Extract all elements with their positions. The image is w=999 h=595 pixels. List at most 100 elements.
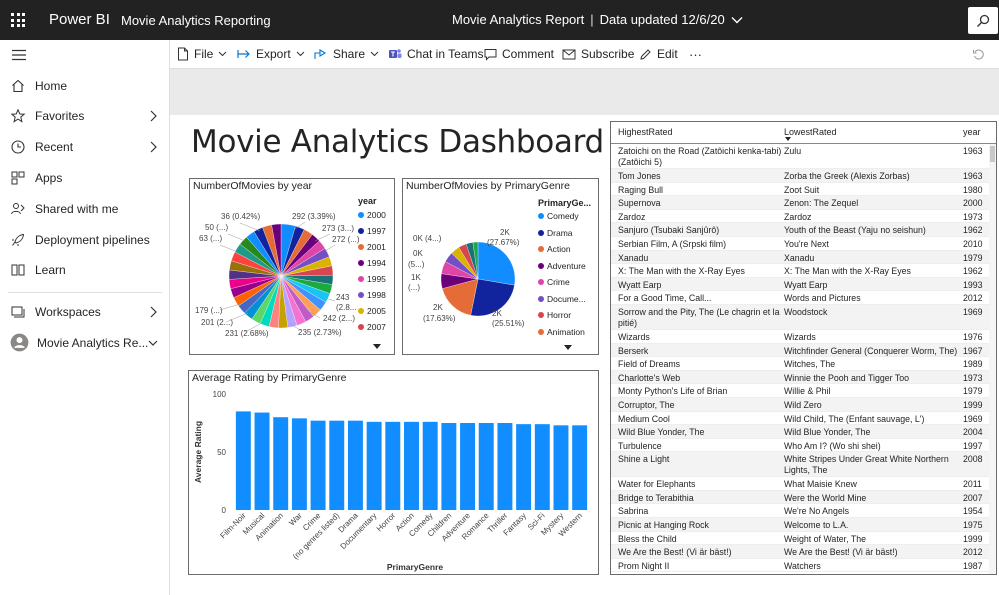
app-launcher-button[interactable] xyxy=(0,0,36,40)
hamburger-menu-icon[interactable] xyxy=(11,48,27,62)
table-scrollbar[interactable] xyxy=(989,144,996,574)
bar[interactable] xyxy=(572,425,588,510)
legend-item[interactable]: 1997 xyxy=(358,226,386,236)
legend-item[interactable]: 2001 xyxy=(358,242,386,252)
column-header-highestrated[interactable]: HighestRated xyxy=(618,127,673,137)
legend-item[interactable]: 2000 xyxy=(358,210,386,220)
nav-item-recent[interactable]: Recent xyxy=(0,133,170,161)
legend-item[interactable]: 1995 xyxy=(358,274,386,284)
chat-in-teams-button[interactable]: Chat in Teams xyxy=(388,45,483,63)
table-row[interactable]: Monty Python's Life of Brian Willie & Phi… xyxy=(611,384,989,398)
table-row[interactable]: Serbian Film, A (Srpski film) You're Next… xyxy=(611,237,989,251)
legend-item[interactable]: Comedy xyxy=(538,211,579,221)
bar[interactable] xyxy=(310,420,326,510)
table-row[interactable]: Shine a Light White Stripes Under Great W… xyxy=(611,452,989,478)
table-row[interactable]: Water for Elephants What Maisie Knew 2011 xyxy=(611,477,989,491)
file-menu-button[interactable]: File xyxy=(177,45,232,63)
bar[interactable] xyxy=(329,420,345,510)
report-title-dropdown[interactable]: Movie Analytics Report | Data updated 12… xyxy=(452,12,743,27)
bar[interactable] xyxy=(273,417,289,510)
legend-item[interactable]: 1998 xyxy=(358,290,386,300)
table-row[interactable]: Zardoz Zardoz 1973 xyxy=(611,210,989,224)
bar[interactable] xyxy=(385,421,401,510)
legend-scroll-down-icon[interactable] xyxy=(564,345,572,350)
bar[interactable] xyxy=(291,418,307,510)
edit-button[interactable]: Edit xyxy=(639,45,678,63)
column-header-lowestrated[interactable]: LowestRated xyxy=(784,127,837,137)
bar[interactable] xyxy=(347,420,363,510)
bar[interactable] xyxy=(404,421,419,510)
bar[interactable] xyxy=(534,424,550,510)
more-options-button[interactable]: ··· xyxy=(689,45,702,63)
table-row[interactable]: Sorrow and the Pity, The (Le chagrin et … xyxy=(611,304,989,330)
nav-item-current-workspace[interactable]: Movie Analytics Re... xyxy=(0,329,170,357)
legend-item[interactable]: Crime xyxy=(538,277,570,287)
nav-item-shared-with-me[interactable]: Shared with me xyxy=(0,195,170,223)
nav-item-workspaces[interactable]: Workspaces xyxy=(0,298,170,326)
table-row[interactable]: Xanadu Xanadu 1979 xyxy=(611,250,989,265)
table-row[interactable]: For a Good Time, Call... Words and Pictur… xyxy=(611,291,989,305)
nav-item-learn[interactable]: Learn xyxy=(0,256,170,284)
bar[interactable] xyxy=(366,421,382,510)
bar[interactable] xyxy=(478,423,494,510)
table-row[interactable]: Sabrina We're No Angels 1954 xyxy=(611,504,989,519)
table-row[interactable]: Charlotte's Web Winnie the Pooh and Tigge… xyxy=(611,370,989,385)
bar[interactable] xyxy=(460,423,476,510)
table-row[interactable]: Field of Dreams Witches, The 1989 xyxy=(611,357,989,371)
comment-button[interactable]: Comment xyxy=(484,45,554,63)
legend-item[interactable]: Horror xyxy=(538,310,571,320)
bar[interactable] xyxy=(441,423,457,510)
table-row[interactable]: Zatoichi on the Road (Zatôichi kenka-tab… xyxy=(611,144,989,169)
legend-item[interactable]: 1994 xyxy=(358,258,386,268)
table-row[interactable]: We Are the Best! (Vi är bäst!) We Are the… xyxy=(611,545,989,559)
nav-item-deployment-pipelines[interactable]: Deployment pipelines xyxy=(0,226,170,254)
pie-chart-movies-by-genre[interactable]: NumberOfMovies by PrimaryGenre 0K (4...)… xyxy=(402,178,599,355)
app-name[interactable]: Power BI xyxy=(49,11,110,28)
table-row[interactable]: X: The Man with the X-Ray Eyes X: The Man… xyxy=(611,264,989,278)
export-menu-button[interactable]: Export xyxy=(237,45,310,63)
bar[interactable] xyxy=(516,424,532,510)
legend-item[interactable]: 2007 xyxy=(358,322,386,332)
table-row[interactable]: Berserk Witchfinder General (Conquerer Wo… xyxy=(611,343,989,358)
table-row[interactable]: Bridge to Terabithia Were the World Mine 2… xyxy=(611,490,989,505)
pie-slice[interactable] xyxy=(477,241,516,286)
subscribe-button[interactable]: Subscribe xyxy=(562,45,634,63)
legend-item[interactable]: Adventure xyxy=(538,261,586,271)
legend-item[interactable]: 2005 xyxy=(358,306,386,316)
search-button[interactable] xyxy=(968,7,998,34)
legend-item[interactable]: Animation xyxy=(538,327,585,337)
nav-item-home[interactable]: Home xyxy=(0,72,170,100)
share-menu-button[interactable]: Share xyxy=(314,45,384,63)
table-row[interactable]: Raging Bull Zoot Suit 1980 xyxy=(611,183,989,197)
scrollbar-thumb[interactable] xyxy=(990,146,995,162)
table-row[interactable]: Tom Jones Zorba the Greek (Alexis Zorbas)… xyxy=(611,169,989,183)
legend-item[interactable]: Drama xyxy=(538,228,573,238)
table-highest-lowest-rated[interactable]: HighestRated LowestRated year Zatoichi o… xyxy=(610,121,997,575)
table-row[interactable]: Turbulence Who Am I? (Wo shi shei) 1997 xyxy=(611,439,989,453)
table-row[interactable]: Corruptor, The Wild Zero 1999 xyxy=(611,397,989,412)
bar[interactable] xyxy=(553,425,569,510)
bar[interactable] xyxy=(235,411,251,510)
bar-chart-avg-rating-by-genre[interactable]: Average Rating by PrimaryGenre 100 50 0 Ave… xyxy=(188,370,599,575)
table-row[interactable]: Bless the Child Weight of Water, The 1999 xyxy=(611,532,989,546)
table-row[interactable]: Medium Cool Wild Child, The (Enfant sauva… xyxy=(611,412,989,426)
table-row[interactable]: Wyatt Earp Wyatt Earp 1993 xyxy=(611,277,989,292)
nav-item-favorites[interactable]: Favorites xyxy=(0,102,170,130)
nav-item-apps[interactable]: Apps xyxy=(0,164,170,192)
legend-item[interactable]: Action xyxy=(538,244,571,254)
bar[interactable] xyxy=(254,412,270,510)
legend-item[interactable]: Docume... xyxy=(538,294,586,304)
legend-scroll-down-icon[interactable] xyxy=(373,344,381,349)
table-row[interactable]: Sanjuro (Tsubaki Sanjûrô) Youth of the Be… xyxy=(611,223,989,237)
table-row[interactable]: Prom Night II Watchers 1987 xyxy=(611,559,989,573)
refresh-icon[interactable] xyxy=(972,48,985,61)
pie-chart-movies-by-year[interactable]: NumberOfMovies by year 36 (0.42%) 292 (3.… xyxy=(189,178,395,355)
column-header-year[interactable]: year xyxy=(963,127,981,137)
workspace-breadcrumb[interactable]: Movie Analytics Reporting xyxy=(121,13,271,28)
bar[interactable] xyxy=(497,423,513,510)
table-row[interactable]: Wizards Wizards 1976 xyxy=(611,330,989,344)
table-row[interactable]: Supernova Zenon: The Zequel 2000 xyxy=(611,196,989,210)
bar[interactable] xyxy=(422,421,438,510)
table-row[interactable]: Picnic at Hanging Rock Welcome to L.A. 197… xyxy=(611,518,989,532)
table-row[interactable]: Wild Blue Yonder, The Wild Blue Yonder, T… xyxy=(611,425,989,439)
